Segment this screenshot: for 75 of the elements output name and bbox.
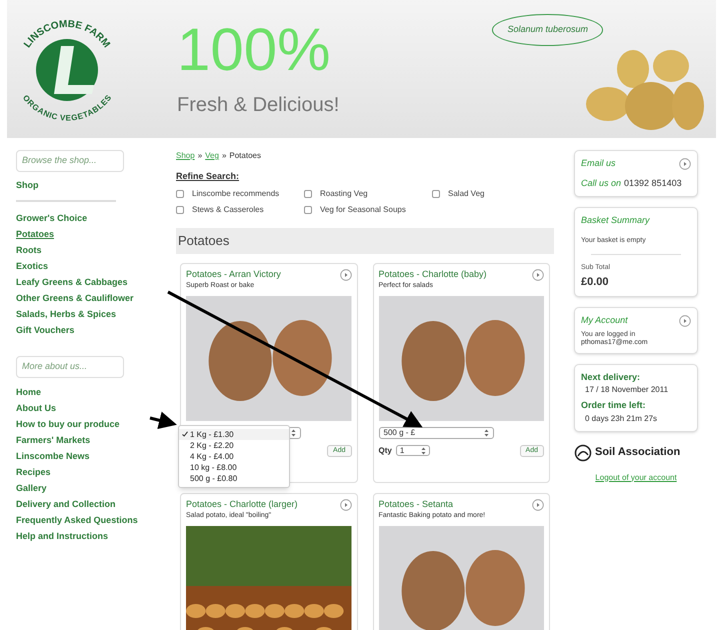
check-icon — [182, 431, 188, 437]
checkbox-label: Veg for Seasonal Soups — [320, 204, 406, 216]
menu-option[interactable]: 10 kg - £8.00 — [179, 462, 289, 472]
sidebar-heading: More about us... — [16, 356, 124, 378]
next-delivery-date: 17 / 18 November 2011 — [584, 384, 670, 396]
qty-select[interactable]: 1 — [396, 445, 430, 456]
account-title: My Account — [581, 314, 628, 327]
weight-select[interactable]: 500 g - £ — [378, 426, 494, 438]
sidebar-link[interactable]: Salads, Herbs & Spices — [16, 306, 176, 322]
breadcrumb-separator: » — [222, 150, 226, 162]
play-circle-icon[interactable] — [340, 268, 352, 280]
headline: 100% — [177, 18, 332, 82]
sidebar-link[interactable]: Recipes — [16, 464, 176, 480]
sidebar-link[interactable]: Grower's Choice — [16, 210, 176, 226]
breadcrumb-link[interactable]: Veg — [205, 150, 219, 162]
checkbox[interactable] — [304, 206, 312, 214]
menu-option[interactable]: 500 g - £0.80 — [179, 472, 289, 484]
play-circle-icon[interactable] — [532, 268, 544, 280]
sidebar-link[interactable]: Leafy Greens & Cabbages — [16, 274, 176, 290]
qty-label: Qty — [378, 444, 392, 456]
sidebar-link[interactable]: How to buy our produce — [16, 416, 176, 432]
sidebar-link[interactable]: Frequently Asked Questions — [16, 512, 176, 528]
checkbox[interactable] — [432, 190, 440, 198]
sidebar-link[interactable]: About Us — [16, 400, 176, 416]
tagline: Fresh & Delicious! — [177, 93, 340, 118]
breadcrumb-current: Potatoes — [229, 150, 261, 162]
menu-option[interactable]: 2 Kg - £2.20 — [179, 440, 289, 450]
phone-number: 01392 851403 — [624, 176, 682, 190]
play-circle-icon[interactable] — [679, 314, 691, 327]
up-down-caret-icon — [484, 428, 488, 436]
play-circle-icon[interactable] — [679, 158, 691, 170]
email-link[interactable]: Email us — [581, 157, 616, 170]
sidebar-link[interactable]: Other Greens & Cauliflower — [16, 290, 176, 306]
breadcrumb-link[interactable]: Shop — [176, 150, 195, 162]
product-title[interactable]: Potatoes - Charlotte (larger) — [186, 498, 298, 510]
menu-option[interactable]: 4 Kg - £4.00 — [179, 450, 289, 462]
refine-search-title: Refine Search: — [176, 170, 240, 183]
next-delivery-label: Next delivery: — [581, 370, 642, 384]
breadcrumb-separator: » — [198, 150, 202, 162]
subtotal-amount: £0.00 — [581, 274, 610, 290]
product-title[interactable]: Potatoes - Charlotte (baby) — [378, 268, 487, 280]
call-label: Call us on — [581, 176, 622, 190]
checkbox-label: Roasting Veg — [320, 188, 368, 200]
soil-association-name: Soil Association — [595, 445, 680, 460]
play-circle-icon[interactable] — [532, 498, 544, 510]
time-left-value: 0 days 23h 21m 27s — [584, 412, 658, 424]
checkbox[interactable] — [176, 206, 184, 214]
product-title[interactable]: Potatoes - Setanta — [378, 498, 454, 510]
soil-association-logo-icon — [574, 444, 592, 462]
checkbox[interactable] — [304, 190, 312, 198]
up-down-caret-icon — [420, 446, 426, 454]
basket-title: Basket Summary — [581, 214, 651, 227]
play-circle-icon[interactable] — [340, 498, 352, 510]
checkbox-label: Salad Veg — [448, 188, 484, 200]
checkbox-label: Stews & Casseroles — [192, 204, 264, 216]
checkbox[interactable] — [176, 190, 184, 198]
sidebar-link[interactable]: Gallery — [16, 480, 176, 496]
sidebar-link[interactable]: Shop — [16, 178, 176, 192]
latin-name-label: Solanum tuberosum — [492, 14, 603, 46]
time-left-label: Order time left: — [581, 399, 647, 412]
product-title[interactable]: Potatoes - Arran Victory — [186, 268, 281, 280]
sidebar-link[interactable]: Roots — [16, 242, 176, 258]
logout-link[interactable]: Logout of your account — [595, 472, 677, 484]
sidebar-link[interactable]: Farmers' Markets — [16, 432, 176, 448]
checkbox-label: Linscombe recommends — [192, 188, 280, 200]
sidebar-link[interactable]: Exotics — [16, 258, 176, 274]
sidebar-heading: Browse the shop... — [16, 150, 124, 172]
menu-option[interactable]: 1 Kg - £1.30 — [179, 428, 289, 440]
sidebar-link[interactable]: Linscombe News — [16, 448, 176, 464]
section-header-bar: Potatoes — [176, 228, 554, 254]
sidebar-link[interactable]: Home — [16, 384, 176, 400]
sidebar-link[interactable]: Gift Vouchers — [16, 322, 176, 338]
sidebar-link[interactable]: Help and Instructions — [16, 528, 176, 544]
sidebar-link[interactable]: Potatoes — [16, 226, 176, 242]
sidebar-link[interactable]: Delivery and Collection — [16, 496, 176, 512]
